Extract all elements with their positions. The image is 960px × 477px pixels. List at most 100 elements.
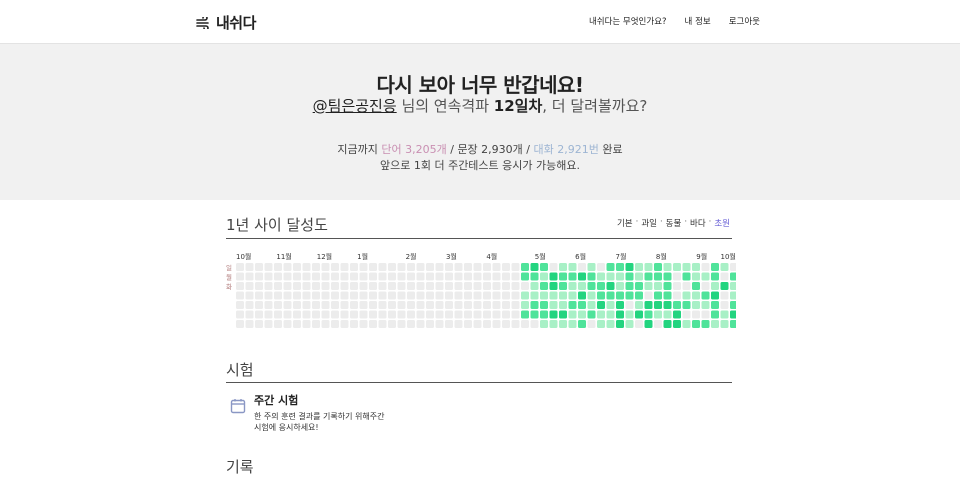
heatmap-cell[interactable]: [293, 301, 301, 309]
heatmap-cell[interactable]: [302, 310, 311, 319]
heatmap-cell[interactable]: [568, 301, 577, 309]
heatmap-cell[interactable]: [682, 291, 691, 300]
heatmap-cell[interactable]: [559, 320, 567, 328]
heatmap-cell[interactable]: [644, 291, 653, 300]
heatmap-cell[interactable]: [416, 291, 425, 300]
heatmap-cell[interactable]: [369, 272, 377, 281]
heatmap-cell[interactable]: [530, 310, 539, 319]
heatmap-cell[interactable]: [625, 310, 634, 319]
heatmap-cell[interactable]: [606, 291, 615, 300]
heatmap-cell[interactable]: [331, 272, 339, 281]
heatmap-cell[interactable]: [445, 291, 453, 300]
heatmap-cell[interactable]: [388, 320, 396, 328]
username-link[interactable]: @팀은공진응: [313, 97, 397, 115]
heatmap-cell[interactable]: [350, 320, 358, 328]
heatmap-cell[interactable]: [644, 282, 653, 290]
heatmap-cell[interactable]: [245, 263, 254, 271]
heatmap-cell[interactable]: [416, 320, 425, 328]
heatmap-cell[interactable]: [730, 282, 736, 290]
heatmap-cell[interactable]: [483, 263, 491, 271]
heatmap-cell[interactable]: [302, 272, 311, 281]
heatmap-cell[interactable]: [597, 272, 605, 281]
heatmap-cell[interactable]: [388, 301, 396, 309]
heatmap-cell[interactable]: [407, 301, 415, 309]
heatmap-cell[interactable]: [492, 291, 501, 300]
logo[interactable]: 내쉬다: [196, 12, 256, 33]
heatmap-cell[interactable]: [730, 263, 736, 271]
heatmap-cell[interactable]: [701, 272, 710, 281]
heatmap-cell[interactable]: [616, 263, 624, 271]
heatmap-cell[interactable]: [711, 310, 719, 319]
heatmap-cell[interactable]: [312, 272, 320, 281]
heatmap-cell[interactable]: [483, 272, 491, 281]
heatmap-cell[interactable]: [597, 310, 605, 319]
heatmap-cell[interactable]: [673, 263, 681, 271]
heatmap-cell[interactable]: [236, 320, 244, 328]
heatmap-cell[interactable]: [245, 272, 254, 281]
heatmap-cell[interactable]: [597, 320, 605, 328]
heatmap-cell[interactable]: [578, 301, 586, 309]
heatmap-cell[interactable]: [682, 272, 691, 281]
heatmap-cell[interactable]: [587, 272, 596, 281]
heatmap-cell[interactable]: [502, 310, 510, 319]
heatmap-cell[interactable]: [530, 263, 539, 271]
heatmap-cell[interactable]: [521, 301, 529, 309]
heatmap-cell[interactable]: [473, 310, 482, 319]
heatmap-cell[interactable]: [264, 282, 273, 290]
heatmap-cell[interactable]: [511, 291, 520, 300]
heatmap-cell[interactable]: [720, 263, 729, 271]
heatmap-cell[interactable]: [378, 263, 387, 271]
heatmap-cell[interactable]: [274, 282, 282, 290]
heatmap-cell[interactable]: [644, 320, 653, 328]
heatmap-cell[interactable]: [540, 291, 548, 300]
heatmap-cell[interactable]: [625, 263, 634, 271]
heatmap-cell[interactable]: [692, 291, 700, 300]
heatmap-cell[interactable]: [397, 282, 406, 290]
heatmap-cell[interactable]: [331, 301, 339, 309]
heatmap-cell[interactable]: [549, 320, 558, 328]
heatmap-cell[interactable]: [445, 263, 453, 271]
heatmap-cell[interactable]: [407, 263, 415, 271]
heatmap-cell[interactable]: [559, 310, 567, 319]
heatmap-cell[interactable]: [340, 320, 349, 328]
heatmap-cell[interactable]: [692, 320, 700, 328]
heatmap-cell[interactable]: [245, 282, 254, 290]
heatmap-cell[interactable]: [274, 310, 282, 319]
heatmap-cell[interactable]: [549, 291, 558, 300]
heatmap-cell[interactable]: [597, 291, 605, 300]
heatmap-cell[interactable]: [359, 272, 368, 281]
heatmap-cell[interactable]: [578, 310, 586, 319]
filter-meadow[interactable]: 초원: [714, 217, 730, 229]
heatmap-cell[interactable]: [511, 282, 520, 290]
heatmap-cell[interactable]: [331, 310, 339, 319]
heatmap-cell[interactable]: [454, 320, 463, 328]
heatmap-cell[interactable]: [701, 301, 710, 309]
heatmap-cell[interactable]: [635, 320, 643, 328]
heatmap-cell[interactable]: [264, 301, 273, 309]
heatmap-cell[interactable]: [302, 301, 311, 309]
heatmap-cell[interactable]: [549, 310, 558, 319]
heatmap-cell[interactable]: [663, 301, 672, 309]
heatmap-cell[interactable]: [473, 282, 482, 290]
heatmap-cell[interactable]: [435, 272, 444, 281]
heatmap-cell[interactable]: [483, 310, 491, 319]
heatmap-cell[interactable]: [540, 310, 548, 319]
heatmap-cell[interactable]: [397, 310, 406, 319]
heatmap-cell[interactable]: [426, 301, 434, 309]
heatmap-cell[interactable]: [692, 263, 700, 271]
heatmap-cell[interactable]: [568, 310, 577, 319]
heatmap-cell[interactable]: [654, 320, 662, 328]
heatmap-cell[interactable]: [340, 291, 349, 300]
heatmap-cell[interactable]: [578, 263, 586, 271]
heatmap-cell[interactable]: [369, 301, 377, 309]
heatmap-cell[interactable]: [663, 282, 672, 290]
heatmap-cell[interactable]: [236, 291, 244, 300]
heatmap-cell[interactable]: [635, 310, 643, 319]
heatmap-cell[interactable]: [312, 301, 320, 309]
heatmap-cell[interactable]: [616, 301, 624, 309]
heatmap-cell[interactable]: [312, 291, 320, 300]
heatmap-cell[interactable]: [597, 301, 605, 309]
heatmap-cell[interactable]: [255, 282, 263, 290]
heatmap-cell[interactable]: [283, 310, 292, 319]
heatmap-cell[interactable]: [454, 263, 463, 271]
